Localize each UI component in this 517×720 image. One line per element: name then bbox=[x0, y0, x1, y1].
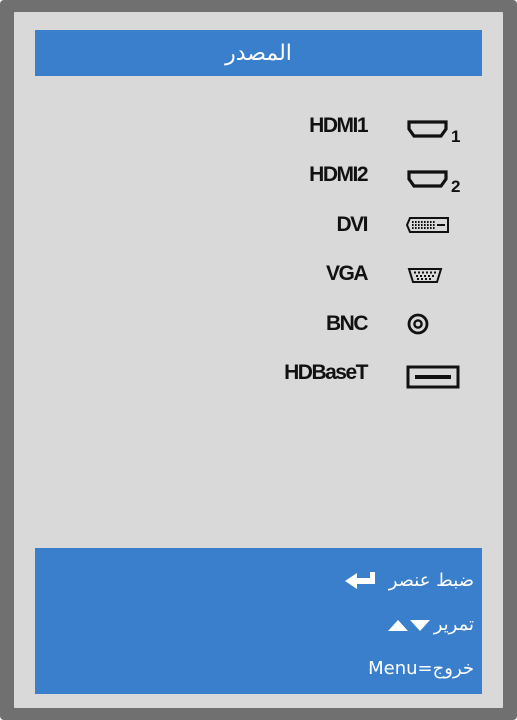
source-menu-panel: المصدر HDMI1 1 HDMI2 2 DVI VGA BNC HDBas… bbox=[14, 12, 503, 708]
source-item-hdmi2[interactable]: HDMI2 2 bbox=[14, 163, 503, 203]
hdmi-1-icon: 1 bbox=[406, 116, 466, 144]
vga-icon bbox=[406, 266, 466, 290]
enter-key-icon bbox=[344, 571, 379, 591]
help-scroll: تمرير bbox=[387, 614, 474, 635]
help-select: ضبط عنصر bbox=[344, 570, 474, 591]
arrow-down-icon bbox=[409, 617, 430, 633]
source-label-hdmi1: HDMI1 bbox=[309, 114, 368, 137]
source-item-bnc[interactable]: BNC bbox=[14, 312, 503, 352]
source-list: HDMI1 1 HDMI2 2 DVI VGA BNC HDBaseT bbox=[14, 12, 503, 412]
hdmi-2-subscript: 2 bbox=[451, 177, 460, 194]
source-label-hdbaset: HDBaseT bbox=[284, 361, 368, 384]
source-item-dvi[interactable]: DVI bbox=[14, 213, 503, 253]
hdmi-1-subscript: 1 bbox=[451, 127, 460, 144]
help-scroll-label: تمرير bbox=[433, 614, 474, 635]
arrow-up-icon bbox=[387, 617, 408, 633]
source-item-hdmi1[interactable]: HDMI1 1 bbox=[14, 114, 503, 154]
source-label-dvi: DVI bbox=[336, 213, 368, 236]
source-label-vga: VGA bbox=[325, 262, 369, 285]
bnc-icon bbox=[406, 312, 466, 338]
help-exit-label: خروج=Menu bbox=[368, 658, 474, 679]
osd-frame: المصدر HDMI1 1 HDMI2 2 DVI VGA BNC HDBas… bbox=[0, 0, 517, 720]
help-exit: خروج=Menu bbox=[368, 658, 474, 679]
source-label-hdmi2: HDMI2 bbox=[309, 163, 368, 186]
dvi-icon bbox=[406, 215, 466, 239]
hdmi-2-icon: 2 bbox=[406, 166, 466, 194]
help-select-label: ضبط عنصر bbox=[388, 570, 474, 591]
help-bar: ضبط عنصر تمرير خروج=Menu bbox=[35, 548, 482, 694]
source-item-vga[interactable]: VGA bbox=[14, 262, 503, 302]
source-label-bnc: BNC bbox=[326, 312, 369, 335]
source-item-hdbaset[interactable]: HDBaseT bbox=[14, 361, 503, 401]
hdbaset-icon bbox=[406, 363, 466, 393]
